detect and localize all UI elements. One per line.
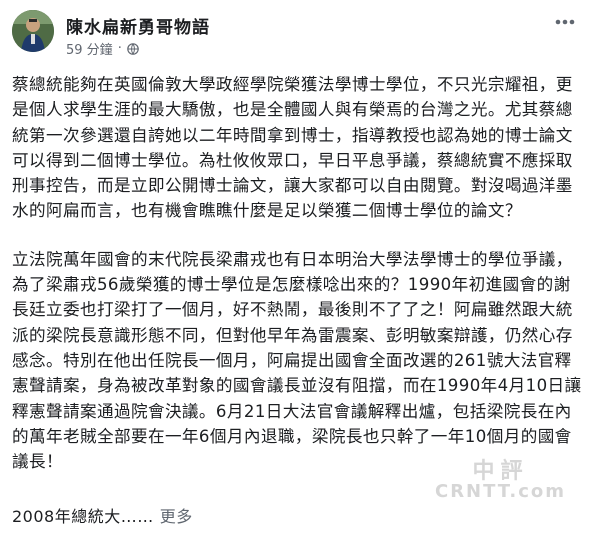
ellipsis-icon[interactable] — [552, 12, 578, 32]
post-body: 蔡總統能夠在英國倫敦大學政經學院榮獲法學博士學位，不只光宗耀祖，更是個人求學生涯… — [12, 72, 582, 474]
truncated-line: 2008年總統大…… 更多 — [12, 503, 193, 527]
post-paragraph: 蔡總統能夠在英國倫敦大學政經學院榮獲法學博士學位，不只光宗耀祖，更是個人求學生涯… — [12, 75, 573, 221]
post-header: 陳水扁新勇哥物語 59 分鐘 · — [0, 0, 592, 62]
post-meta: 59 分鐘 · — [66, 39, 139, 58]
watermark-line2: CRNTT.com — [434, 481, 566, 502]
truncated-text: 2008年總統大…… — [12, 507, 154, 526]
globe-icon[interactable] — [127, 42, 139, 55]
meta-separator: · — [117, 41, 122, 56]
watermark: 中評 CRNTT.com — [434, 459, 566, 502]
post-timestamp[interactable]: 59 分鐘 — [66, 39, 113, 58]
avatar[interactable] — [12, 10, 54, 52]
author-name[interactable]: 陳水扁新勇哥物語 — [66, 13, 210, 38]
watermark-line1: 中評 — [472, 459, 529, 484]
see-more-link[interactable]: 更多 — [160, 507, 193, 526]
post-paragraph: 立法院萬年國會的末代院長梁肅戎也有日本明治大學法學博士的學位爭議，為了梁肅戎56… — [12, 249, 582, 472]
